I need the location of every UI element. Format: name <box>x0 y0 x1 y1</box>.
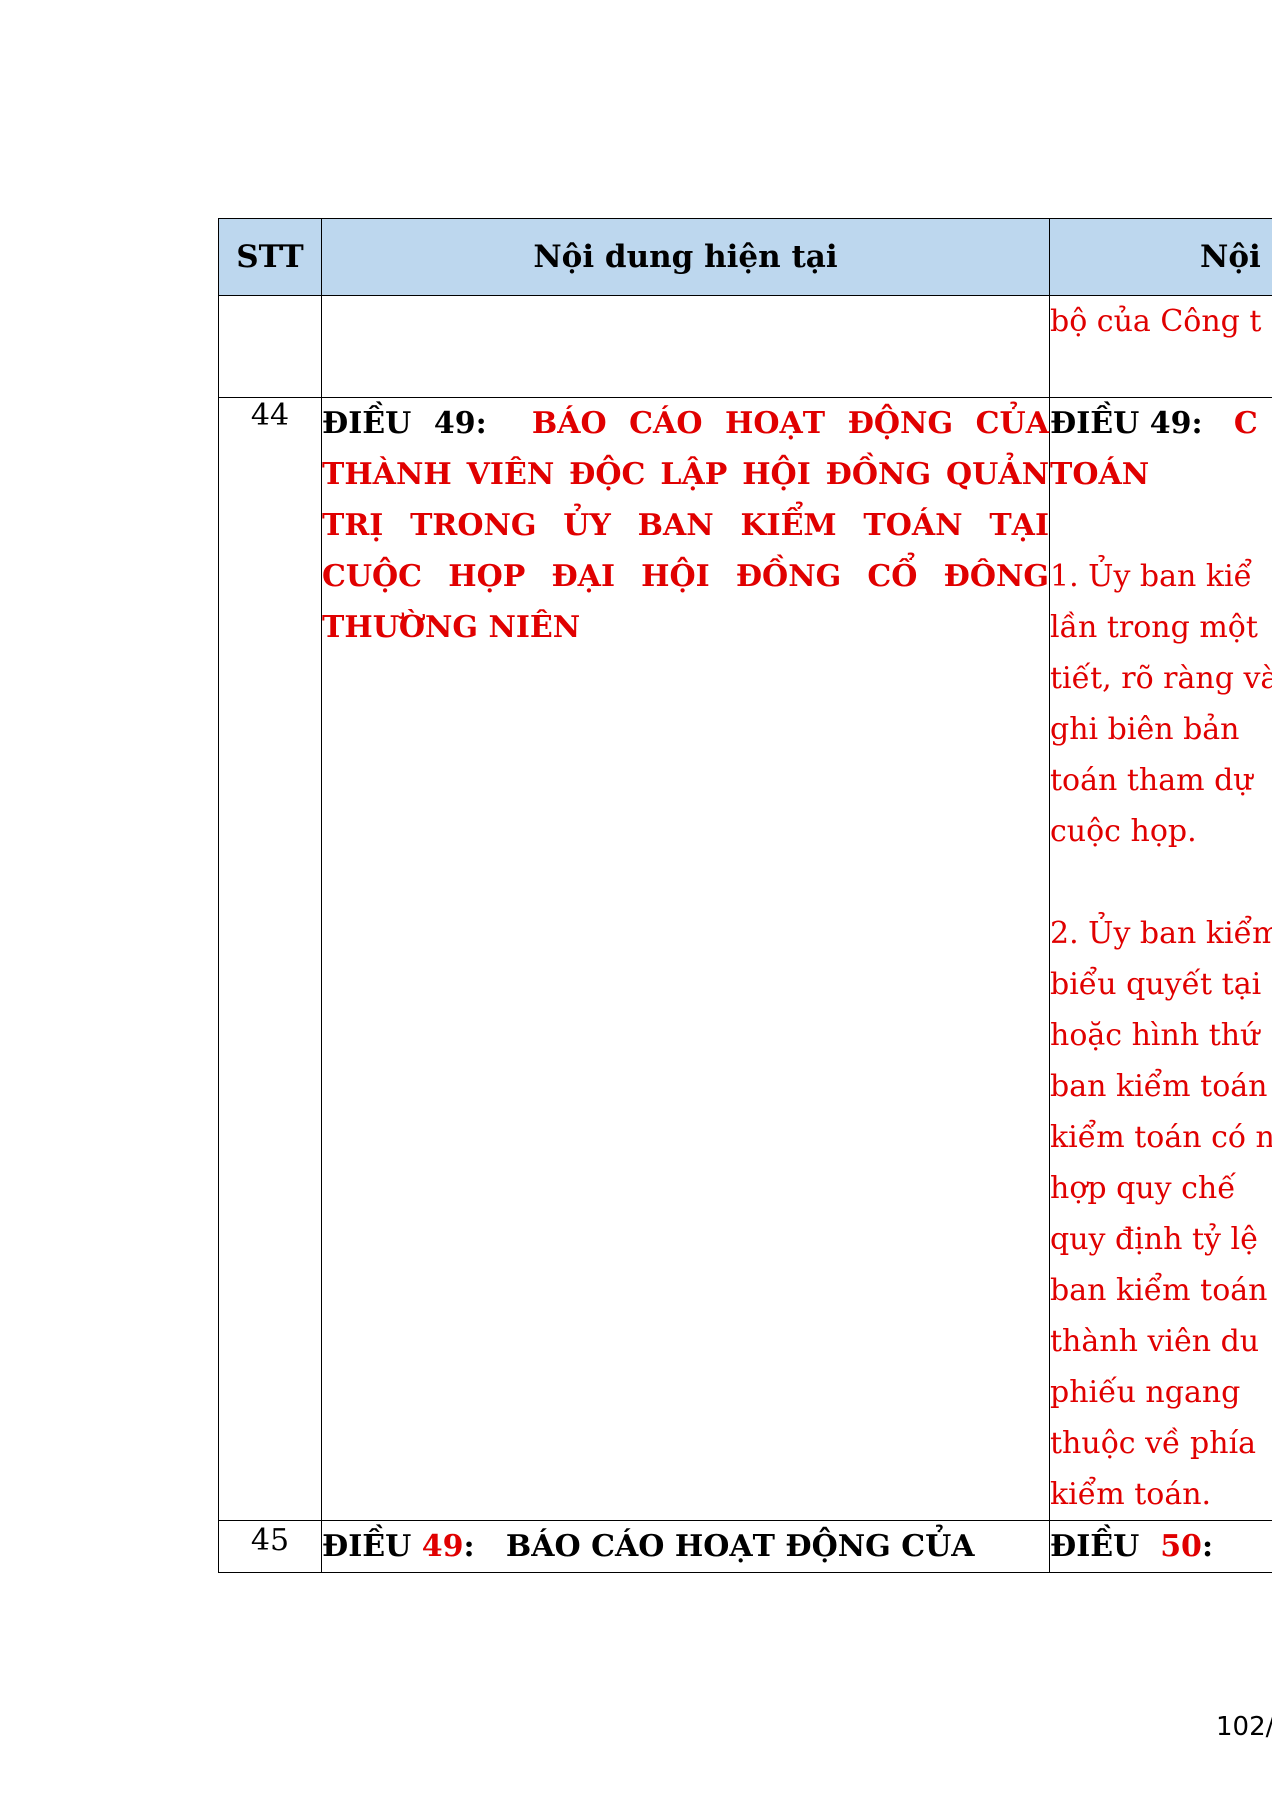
text-line: 2. Ủy ban kiểm <box>1050 916 1272 951</box>
article-label: ĐIỀU 49: <box>322 406 487 441</box>
article-heading-proposed-45: ĐIỀU 50: <box>1050 1521 1272 1572</box>
article-colon: : <box>463 1529 475 1564</box>
table-row-continuation: bộ của Công t <box>218 295 1272 398</box>
proposed-paragraph-2: 2. Ủy ban kiểm biểu quyết tại hoặc hình … <box>1050 908 1272 1520</box>
proposed-continuation-text: bộ của Công t <box>1050 304 1262 339</box>
text-line: tiết, rõ ràng và <box>1050 661 1272 696</box>
cell-current-45: ĐIỀU 49: BÁO CÁO HOẠT ĐỘNG CỦA <box>321 1520 1050 1573</box>
text-line: thuộc về phía <box>1050 1426 1257 1461</box>
header-proposed-content: Nội d <box>1049 218 1272 296</box>
article-label: ĐIỀU <box>1050 1529 1140 1564</box>
page-number: 102/ <box>1216 1712 1272 1742</box>
cell-proposed-45: ĐIỀU 50: <box>1049 1520 1272 1573</box>
header-proposed-label: Nội d <box>1200 239 1272 275</box>
text-line: lần trong một <box>1050 610 1258 645</box>
article-label: ĐIỀU <box>322 1529 412 1564</box>
article-number: 50 <box>1160 1529 1202 1564</box>
table-header-row: STT Nội dung hiện tại Nội d <box>218 218 1272 296</box>
text-line: ban kiểm toán <box>1050 1273 1268 1308</box>
text-line: ban kiểm toán <box>1050 1069 1268 1104</box>
text-line: toán tham dự <box>1050 763 1253 798</box>
cell-proposed-44: ĐIỀU 49: C TOÁN 1. Ủy ban kiể lần trong … <box>1049 397 1272 1521</box>
article-colon: : <box>1201 1529 1214 1564</box>
cell-stt-45: 45 <box>218 1520 322 1573</box>
cell-proposed-continuation: bộ của Công t <box>1049 295 1272 398</box>
text-line: 1. Ủy ban kiể <box>1050 559 1253 594</box>
text-line: hợp quy chế <box>1050 1171 1236 1206</box>
cell-stt-44: 44 <box>218 397 322 1521</box>
text-line: biểu quyết tại <box>1050 967 1262 1002</box>
article-heading-current-45: ĐIỀU 49: BÁO CÁO HOẠT ĐỘNG CỦA <box>322 1521 1049 1572</box>
table-row-44: 44 ĐIỀU 49: BÁO CÁO HOẠT ĐỘNG CỦA THÀNH … <box>218 397 1272 1521</box>
cell-stt-empty <box>218 295 322 398</box>
article-49-heading-current: ĐIỀU 49: BÁO CÁO HOẠT ĐỘNG CỦA THÀNH VIÊ… <box>322 398 1049 653</box>
document-page: STT Nội dung hiện tại Nội d bộ của Công … <box>0 0 1272 1800</box>
table-row-45: 45 ĐIỀU 49: BÁO CÁO HOẠT ĐỘNG CỦA ĐIỀU 5… <box>218 1520 1272 1573</box>
cell-current-empty <box>321 295 1050 398</box>
article-title: BÁO CÁO HOẠT ĐỘNG CỦA THÀNH VIÊN ĐỘC LẬP… <box>322 406 1049 645</box>
text-line: thành viên du <box>1050 1324 1260 1359</box>
proposed-title-line-2: TOÁN <box>1050 457 1150 492</box>
text-line: kiểm toán. <box>1050 1477 1212 1512</box>
article-number: 49 <box>421 1529 464 1564</box>
text-line: hoặc hình thứ <box>1050 1018 1260 1053</box>
header-current-content: Nội dung hiện tại <box>321 218 1050 296</box>
article-title: BÁO CÁO HOẠT ĐỘNG CỦA <box>505 1529 975 1564</box>
article-49-heading-proposed: ĐIỀU 49: C <box>1050 398 1272 449</box>
proposed-paragraph-1: 1. Ủy ban kiể lần trong một tiết, rõ ràn… <box>1050 551 1272 857</box>
text-line: cuộc họp. <box>1050 814 1197 849</box>
proposed-title-line-1: C <box>1233 406 1258 441</box>
article-label: ĐIỀU 49: <box>1050 406 1203 441</box>
text-line: quy định tỷ lệ <box>1050 1222 1258 1257</box>
cell-current-44: ĐIỀU 49: BÁO CÁO HOẠT ĐỘNG CỦA THÀNH VIÊ… <box>321 397 1050 1521</box>
comparison-table: STT Nội dung hiện tại Nội d bộ của Công … <box>218 218 1272 1573</box>
text-line: kiểm toán có n <box>1050 1120 1272 1155</box>
text-line: phiếu ngang <box>1050 1375 1241 1410</box>
header-stt: STT <box>218 218 322 296</box>
text-line: ghi biên bản <box>1050 712 1240 747</box>
